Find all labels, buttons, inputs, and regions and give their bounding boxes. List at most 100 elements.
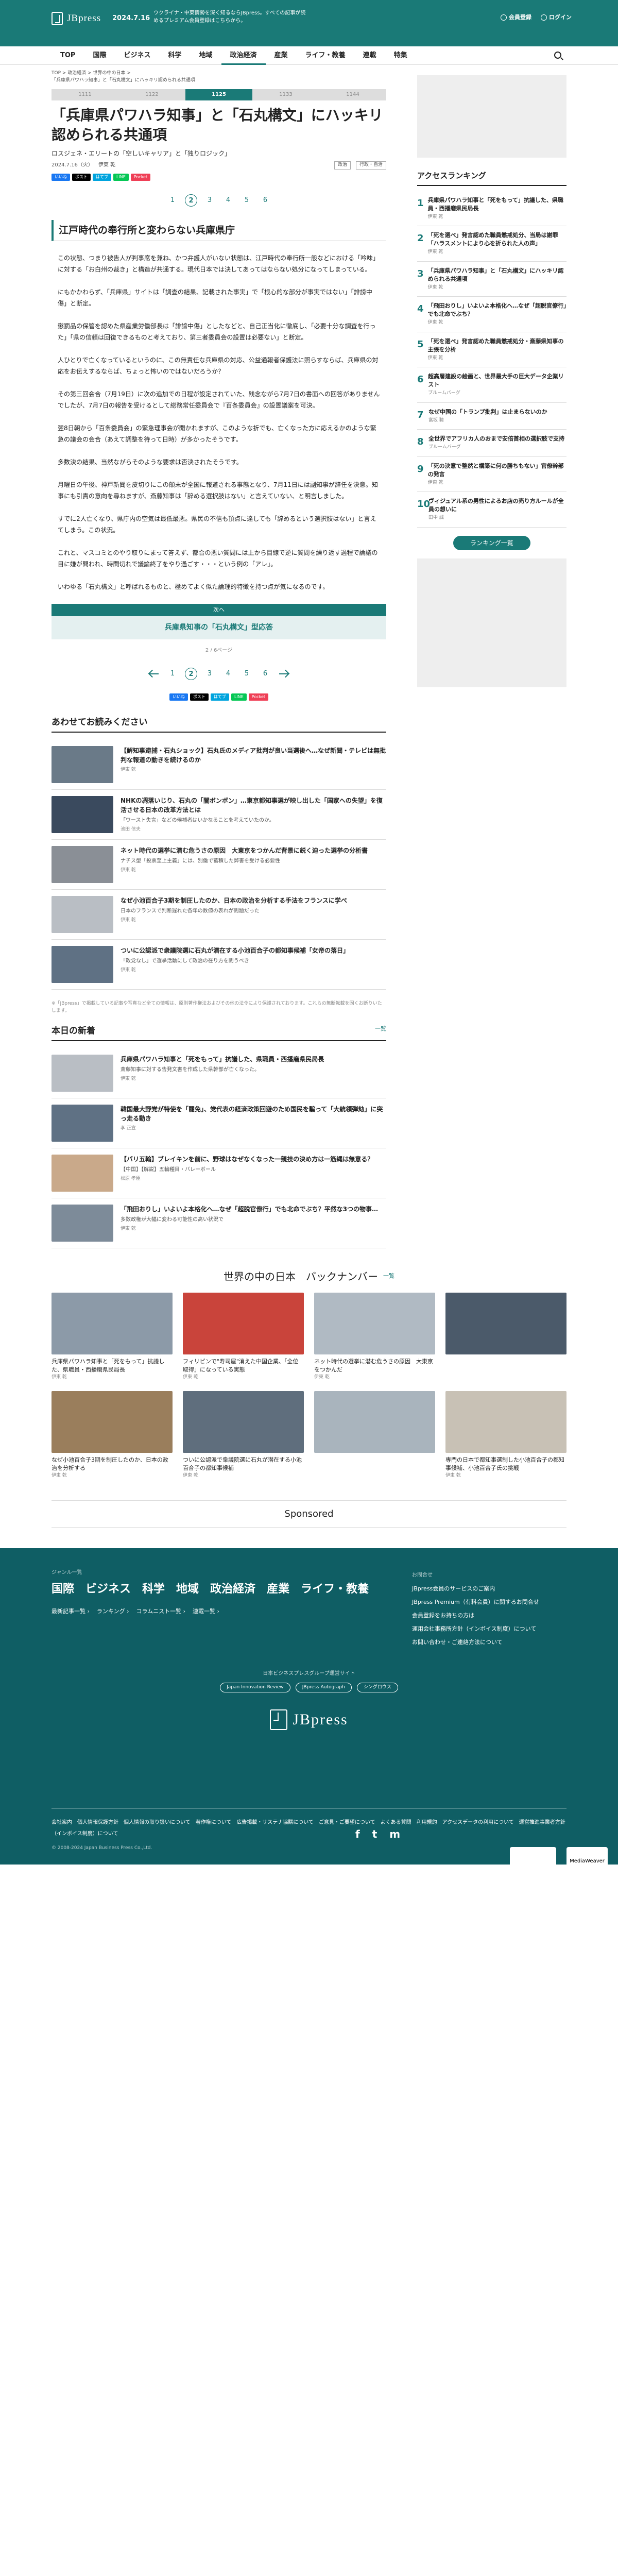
recommend-item[interactable]: NHKの凋落いじり、石丸の「闇ボンボン」…東京都知事選が映し出した「国家への失望… bbox=[52, 790, 386, 840]
nav-item[interactable]: 国際 bbox=[84, 46, 115, 65]
nav-item[interactable]: 連載 bbox=[354, 46, 385, 65]
ranking-title[interactable]: 「兵庫県パワハラ知事」と「石丸構文」にハッキリ認められる共通項 bbox=[428, 267, 566, 283]
item-title[interactable]: ついに公認派で衆議院選に石丸が潜在する小池百合子の都知事候補「女帝の落日」 bbox=[121, 946, 349, 955]
ranking-title[interactable]: 「死を選べ」発言認めた職員懲戒処分・斎藤県知事の主張を分析 bbox=[428, 337, 566, 354]
article-thumbnail[interactable] bbox=[52, 946, 113, 983]
ranking-more-button[interactable]: ランキング一覧 bbox=[453, 535, 530, 550]
next-title[interactable]: 兵庫県知事の「石丸構文」型応答 bbox=[52, 616, 386, 639]
ranking-title[interactable]: 「飛田おりし」いよいよ本格化へ…なぜ「超脱官僚行」でも北命でぶち？ bbox=[428, 302, 566, 318]
page-number[interactable]: 5 bbox=[241, 194, 253, 207]
ad-slot[interactable] bbox=[417, 558, 566, 687]
ad-slot[interactable] bbox=[417, 75, 566, 158]
recommend-item[interactable]: ネット時代の選挙に潜む危うさの原因 大東京をつかんだ背景に鋭く迫った選挙の分析書… bbox=[52, 840, 386, 890]
article-thumbnail[interactable] bbox=[52, 1104, 113, 1142]
recommend-item[interactable]: なぜ小池百合子3期を制圧したのか、日本の政治を分析する手法をフランスに学べ 日本の… bbox=[52, 890, 386, 940]
nav-item[interactable]: ビジネス bbox=[115, 46, 159, 65]
login-link[interactable]: ログイン bbox=[541, 13, 572, 22]
nav-item[interactable]: ライフ・教養 bbox=[297, 46, 354, 65]
backnumber-item[interactable]: なぜ小池百合子3期を制圧したのか、日本の政治を分析する 伊東 乾 bbox=[52, 1391, 173, 1480]
genre-link[interactable]: 政治経済 bbox=[210, 1583, 255, 1596]
next-arrow-icon[interactable] bbox=[278, 668, 290, 680]
facebook-icon[interactable]: f bbox=[355, 1826, 360, 1842]
register-link[interactable]: 会員登録 bbox=[501, 13, 531, 22]
page-number[interactable]: 4 bbox=[222, 668, 234, 680]
footer-sub-link[interactable]: 最新記事一覧 › bbox=[52, 1608, 90, 1615]
ranking-title[interactable]: なぜ中国の「トランプ批判」は止まらないのか bbox=[428, 408, 547, 416]
page-number[interactable]: 3 bbox=[203, 194, 216, 207]
genre-link[interactable]: 国際 bbox=[52, 1583, 74, 1596]
nav-item[interactable]: 政治経済 bbox=[221, 46, 266, 65]
share-button[interactable]: LINE bbox=[231, 693, 247, 701]
share-button[interactable]: ポスト bbox=[72, 173, 91, 181]
ranking-title[interactable]: 兵庫県パワハラ知事と「死をもって」抗議した、県職員・西播磨県民局長 bbox=[428, 196, 566, 213]
genre-link[interactable]: ビジネス bbox=[85, 1583, 131, 1596]
backnumber-title[interactable]: 専門の日本で都知事選制した小池百合子の都知事候補、小池百合子氏の挑戦 bbox=[445, 1456, 566, 1472]
ranking-item[interactable]: 2 「死を選べ」発言認めた職員懲戒処分、当局は謝罪「ハラスメントにより心を折られた… bbox=[417, 226, 566, 262]
item-title[interactable]: NHKの凋落いじり、石丸の「闇ボンボン」…東京都知事選が映し出した「国家への失望… bbox=[121, 796, 386, 815]
item-title[interactable]: 韓国最大野党が特使を「罷免」、党代表の経済政策回避のため国民を騙って「大統領弾劾… bbox=[121, 1105, 386, 1123]
prev-arrow-icon[interactable] bbox=[148, 668, 160, 680]
article-thumbnail[interactable] bbox=[52, 896, 113, 933]
page-number[interactable]: 6 bbox=[259, 194, 271, 207]
footer-sub-link[interactable]: ランキング › bbox=[97, 1608, 129, 1615]
nav-item[interactable]: TOP bbox=[52, 46, 84, 65]
article-thumbnail[interactable] bbox=[52, 795, 113, 833]
item-title[interactable]: なぜ小池百合子3期を制圧したのか、日本の政治を分析する手法をフランスに学べ bbox=[121, 896, 347, 905]
page-number[interactable]: 3 bbox=[203, 668, 216, 680]
backnumber-title[interactable]: 兵庫県パワハラ知事と「死をもって」抗議した、県職員・西播磨県民局長 bbox=[52, 1358, 173, 1374]
latest-item[interactable]: 兵庫県パワハラ知事と「死をもって」抗議した、県職員・西播磨県民局長 斎藤知事に対す… bbox=[52, 1048, 386, 1098]
backnumber-item[interactable]: 専門の日本で都知事選制した小池百合子の都知事候補、小池百合子氏の挑戦 伊東 乾 bbox=[445, 1391, 566, 1480]
backnumber-thumbnail[interactable] bbox=[445, 1292, 566, 1354]
nav-item[interactable]: 地域 bbox=[191, 46, 221, 65]
backnumber-thumbnail[interactable] bbox=[183, 1292, 304, 1354]
site-logo[interactable]: JBpress bbox=[52, 11, 101, 26]
genre-link[interactable]: ライフ・教養 bbox=[301, 1583, 369, 1596]
article-thumbnail[interactable] bbox=[52, 1204, 113, 1242]
ranking-title[interactable]: 「死の決意で整然と構築に何の勝ちもない」官僚幹部の発言 bbox=[428, 462, 566, 479]
promo-ticker[interactable]: ウクライナ・中東情勢を深く知るならJBpress。すべての記事が読めるプレミアム… bbox=[153, 9, 308, 25]
backnumber-item[interactable]: フィリピンで"寿司屋"消えた中国企業、「全位取得」になっている実態 伊東 乾 bbox=[183, 1292, 304, 1381]
ranking-item[interactable]: 9 「死の決意で整然と構築に何の勝ちもない」官僚幹部の発言 伊東 乾 bbox=[417, 457, 566, 492]
twitter-icon[interactable]: t bbox=[372, 1826, 377, 1842]
page-number[interactable]: 4 bbox=[222, 194, 234, 207]
backnumber-thumbnail[interactable] bbox=[445, 1391, 566, 1453]
backnumber-item[interactable] bbox=[445, 1292, 566, 1381]
footer-sub-link[interactable]: コラムニスト一覧 › bbox=[136, 1608, 185, 1615]
share-button[interactable]: Pocket bbox=[130, 173, 151, 181]
backnumber-item[interactable]: ネット時代の選挙に潜む危うさの原因 大東京をつかんだ 伊東 乾 bbox=[314, 1292, 435, 1381]
search-icon[interactable] bbox=[554, 52, 561, 59]
item-title[interactable]: 「飛田おりし」いよいよ本格化へ…なぜ「超脱官僚行」でも北命でぶち？平然な3つの物… bbox=[121, 1205, 378, 1214]
share-button[interactable]: Pocket bbox=[248, 693, 269, 701]
genre-link[interactable]: 地域 bbox=[176, 1583, 199, 1596]
group-site-link[interactable]: シングロウス bbox=[356, 1682, 398, 1692]
page-number[interactable]: 1 bbox=[166, 194, 179, 207]
ranking-title[interactable]: ヴィジュアル系の男性によるお店の売り方ルールが全員の想いに bbox=[428, 497, 566, 514]
ranking-item[interactable]: 10 ヴィジュアル系の男性によるお店の売り方ルールが全員の想いに 田中 誠 bbox=[417, 492, 566, 528]
next-page-box[interactable]: 次へ 兵庫県知事の「石丸構文」型応答 bbox=[52, 604, 386, 639]
group-site-link[interactable]: JBpress Autograph bbox=[295, 1682, 352, 1692]
ranking-item[interactable]: 6 超高層建設の絵画と、世界最大手の巨大データ企業リスト ブルームバーグ bbox=[417, 367, 566, 403]
backnumber-title[interactable]: ネット時代の選挙に潜む危うさの原因 大東京をつかんだ bbox=[314, 1358, 435, 1374]
backnumber-thumbnail[interactable] bbox=[52, 1391, 173, 1453]
ranking-item[interactable]: 4 「飛田おりし」いよいよ本格化へ…なぜ「超脱官僚行」でも北命でぶち？ 伊東 乾 bbox=[417, 297, 566, 332]
breadcrumb[interactable]: TOP > 政治経済 > 世界の中の日本 > bbox=[52, 70, 386, 77]
ranking-item[interactable]: 3 「兵庫県パワハラ知事」と「石丸構文」にハッキリ認められる共通項 伊東 乾 bbox=[417, 262, 566, 297]
mail-icon[interactable]: m bbox=[389, 1826, 400, 1842]
ranking-title[interactable]: 「死を選べ」発言認めた職員懲戒処分、当局は謝罪「ハラスメントにより心を折られた人… bbox=[428, 231, 566, 248]
page-number[interactable]: 1 bbox=[166, 668, 179, 680]
ranking-item[interactable]: 7 なぜ中国の「トランプ批判」は止まらないのか 富坂 聰 bbox=[417, 403, 566, 430]
page-number[interactable]: 5 bbox=[241, 668, 253, 680]
latest-more-link[interactable]: 一覧 bbox=[375, 1025, 386, 1038]
category-tag[interactable]: 政治 bbox=[334, 161, 351, 170]
recommend-item[interactable]: ついに公認派で衆議院選に石丸が潜在する小池百合子の都知事候補「女帝の落日」 「政党… bbox=[52, 940, 386, 990]
recommend-item[interactable]: 【解知事逮捕・石丸ショック】石丸氏のメディア批判が良い当選後へ…なぜ新聞・テレビ… bbox=[52, 740, 386, 790]
backnumber-thumbnail[interactable] bbox=[314, 1391, 435, 1453]
backnumber-more[interactable]: 一覧 bbox=[383, 1272, 394, 1281]
article-thumbnail[interactable] bbox=[52, 745, 113, 783]
share-button[interactable]: ポスト bbox=[190, 693, 209, 701]
backnumber-item[interactable] bbox=[314, 1391, 435, 1480]
ranking-title[interactable]: 超高層建設の絵画と、世界最大手の巨大データ企業リスト bbox=[428, 372, 566, 389]
footer-sub-link[interactable]: 連載一覧 › bbox=[193, 1608, 219, 1615]
footer-link[interactable]: JBpress Premium（有料会員）に関するお問合せ bbox=[412, 1596, 566, 1609]
group-site-link[interactable]: Japan Innovation Review bbox=[220, 1682, 290, 1692]
